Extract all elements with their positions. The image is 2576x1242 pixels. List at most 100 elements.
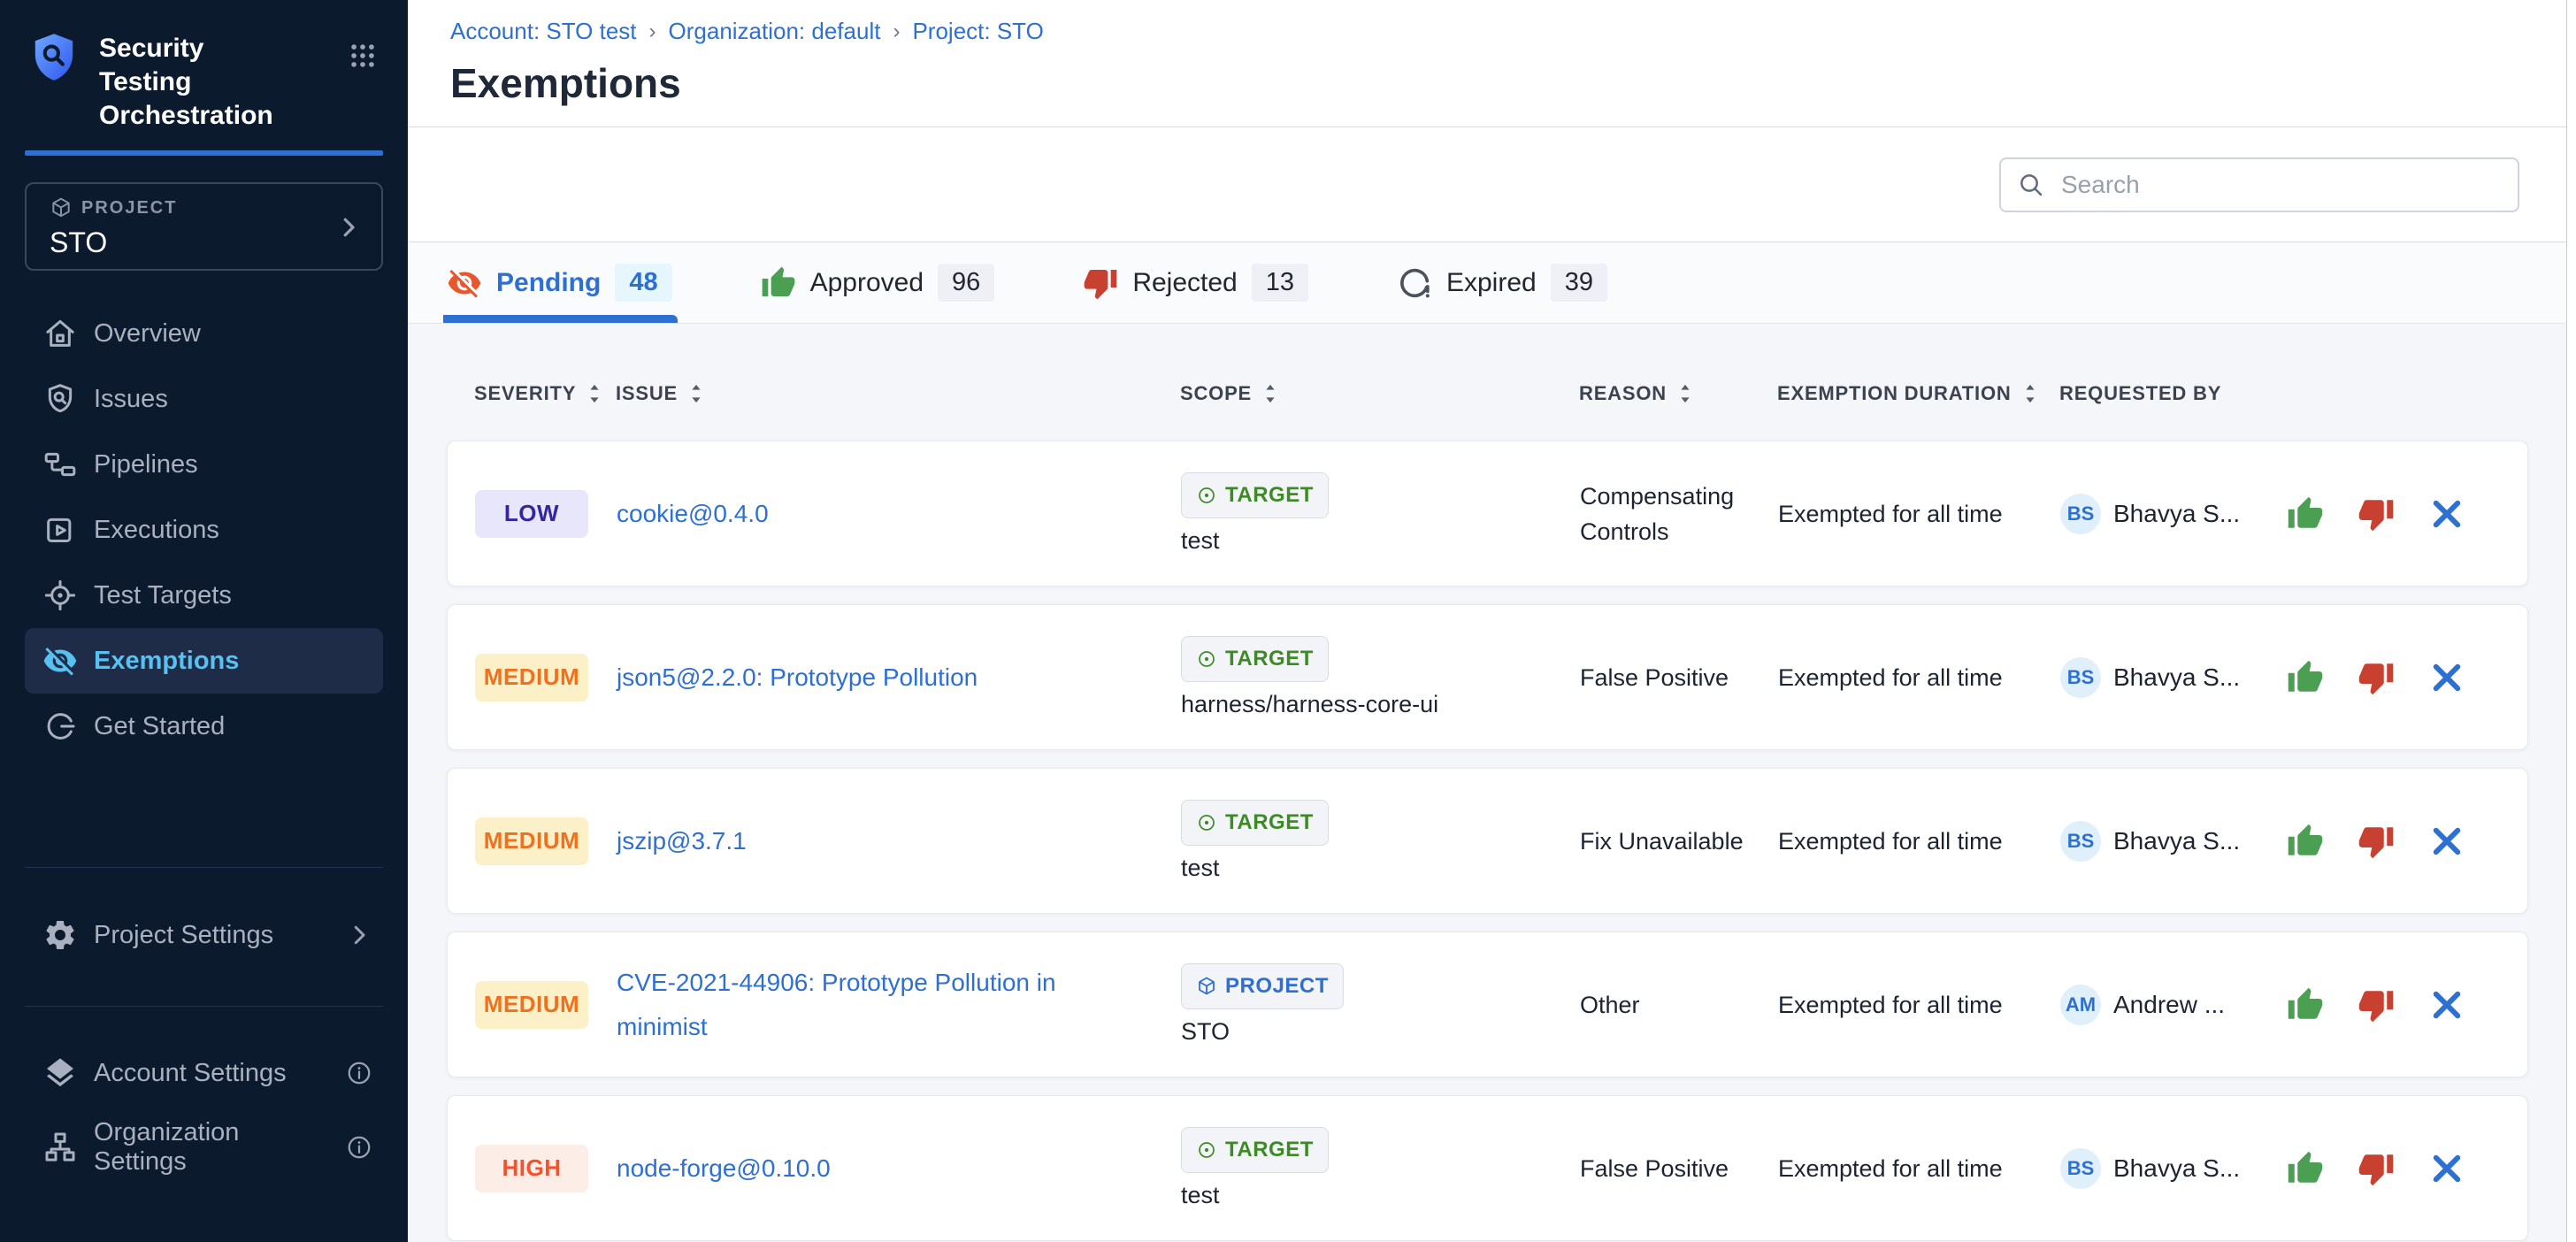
cube-icon: [50, 196, 73, 219]
scope-cell: TARGET test: [1181, 472, 1580, 555]
project-selector[interactable]: PROJECT STO: [25, 182, 383, 271]
scope-type-label: TARGET: [1225, 810, 1314, 835]
sidebar-item-exemptions[interactable]: Exemptions: [25, 628, 383, 694]
issue-link[interactable]: CVE-2021-44906: Prototype Pollution in m…: [617, 969, 1056, 1040]
target-icon: [1196, 485, 1217, 506]
tab-pending[interactable]: Pending 48: [447, 242, 672, 323]
page-title: Exemptions: [450, 59, 2576, 107]
target-icon: [1196, 812, 1217, 833]
tab-rejected[interactable]: Rejected 13: [1083, 242, 1308, 323]
approve-button[interactable]: [2287, 659, 2324, 696]
cancel-button[interactable]: [2428, 823, 2465, 860]
issue-cell: node-forge@0.10.0: [617, 1146, 1181, 1191]
thumbs-down-icon: [2358, 823, 2395, 860]
target-icon: [42, 578, 78, 613]
column-header-exemption-duration[interactable]: EXEMPTION DURATION: [1777, 382, 2059, 405]
severity-badge: MEDIUM: [475, 817, 588, 865]
breadcrumb-project[interactable]: Project: STO: [912, 18, 1043, 45]
row-actions: [2287, 659, 2527, 696]
row-actions: [2287, 495, 2527, 533]
column-label: ISSUE: [616, 382, 678, 405]
exemptions-table: SEVERITY ISSUE SCOPE REASON EXEMPTION DU…: [408, 324, 2576, 1242]
tab-count-badge: 96: [938, 264, 994, 302]
table-row: LOW cookie@0.4.0 TARGET test Compensatin…: [447, 441, 2528, 586]
issue-link[interactable]: cookie@0.4.0: [617, 500, 818, 527]
sidebar-item-get-started[interactable]: Get Started: [25, 694, 383, 759]
sidebar-item-test-targets[interactable]: Test Targets: [25, 563, 383, 628]
cancel-button[interactable]: [2428, 986, 2465, 1024]
approve-button[interactable]: [2287, 823, 2324, 860]
shield-search-icon: [42, 381, 78, 417]
tab-label: Rejected: [1132, 268, 1237, 298]
severity-cell: MEDIUM: [475, 817, 617, 865]
table-header-row: SEVERITY ISSUE SCOPE REASON EXEMPTION DU…: [447, 368, 2528, 419]
column-header-severity[interactable]: SEVERITY: [474, 382, 616, 405]
scope-type-label: TARGET: [1225, 647, 1314, 671]
duration-cell: Exempted for all time: [1778, 496, 2060, 532]
sidebar-item-overview[interactable]: Overview: [25, 301, 383, 366]
tab-approved[interactable]: Approved 96: [761, 242, 995, 323]
cancel-button[interactable]: [2428, 659, 2465, 696]
column-header-issue[interactable]: ISSUE: [616, 382, 1180, 405]
sidebar-item-label: Issues: [94, 385, 168, 414]
column-header-scope[interactable]: SCOPE: [1180, 382, 1579, 405]
reason-cell: Fix Unavailable: [1580, 824, 1778, 859]
reject-button[interactable]: [2358, 1150, 2395, 1187]
sidebar-item-account-settings[interactable]: Account Settings: [25, 1038, 383, 1108]
thumbs-down-icon: [2358, 659, 2395, 696]
close-icon: [2428, 1150, 2465, 1187]
approve-button[interactable]: [2287, 1150, 2324, 1187]
scope-cell: TARGET harness/harness-core-ui: [1181, 636, 1580, 718]
sidebar-item-label: Project Settings: [94, 921, 273, 950]
project-selector-value: STO: [50, 226, 364, 259]
tab-expired[interactable]: Expired 39: [1397, 242, 1607, 323]
severity-badge: HIGH: [475, 1145, 588, 1192]
cancel-button[interactable]: [2428, 495, 2465, 533]
status-tabs: Pending 48 Approved 96 Rejected 13: [408, 242, 2576, 324]
reject-button[interactable]: [2358, 986, 2395, 1024]
scope-cell: TARGET test: [1181, 1127, 1580, 1209]
reason-cell: Compensating Controls: [1580, 479, 1778, 549]
sidebar-item-executions[interactable]: Executions: [25, 497, 383, 563]
search-icon: [2017, 171, 2045, 199]
thumbs-up-icon: [2287, 986, 2324, 1024]
issue-link[interactable]: jszip@3.7.1: [617, 827, 796, 855]
scrollbar-track[interactable]: [2566, 0, 2576, 1242]
executions-icon: [42, 512, 78, 548]
duration-cell: Exempted for all time: [1778, 1151, 2060, 1186]
row-actions: [2287, 1150, 2527, 1187]
scope-type-label: PROJECT: [1225, 974, 1329, 999]
sidebar-item-organization-settings[interactable]: Organization Settings: [25, 1112, 383, 1183]
reject-button[interactable]: [2358, 495, 2395, 533]
search-input[interactable]: [2059, 170, 2502, 200]
close-icon: [2428, 495, 2465, 533]
scope-cell: TARGET test: [1181, 800, 1580, 882]
sidebar-item-label: Overview: [94, 319, 201, 349]
issue-link[interactable]: node-forge@0.10.0: [617, 1154, 880, 1182]
sidebar-item-project-settings[interactable]: Project Settings: [25, 900, 383, 970]
app-launcher-grid-icon[interactable]: [348, 41, 378, 71]
row-actions: [2287, 986, 2527, 1024]
info-icon[interactable]: [346, 1060, 372, 1086]
column-header-reason[interactable]: REASON: [1579, 382, 1777, 405]
reason-cell: False Positive: [1580, 1151, 1778, 1186]
breadcrumb-separator: ›: [893, 19, 900, 44]
approve-button[interactable]: [2287, 495, 2324, 533]
breadcrumb-organization[interactable]: Organization: default: [669, 18, 881, 45]
cancel-button[interactable]: [2428, 1150, 2465, 1187]
sidebar-item-issues[interactable]: Issues: [25, 366, 383, 432]
sort-icon: [1675, 382, 1695, 405]
issue-cell: json5@2.2.0: Prototype Pollution: [617, 656, 1181, 700]
reject-button[interactable]: [2358, 823, 2395, 860]
approve-button[interactable]: [2287, 986, 2324, 1024]
requester-avatar: BS: [2060, 821, 2101, 862]
breadcrumb-account[interactable]: Account: STO test: [450, 18, 637, 45]
reject-button[interactable]: [2358, 659, 2395, 696]
sidebar-item-pipelines[interactable]: Pipelines: [25, 432, 383, 497]
requester-avatar: BS: [2060, 1148, 2101, 1189]
thumbs-down-icon: [2358, 495, 2395, 533]
info-icon[interactable]: [346, 1134, 372, 1161]
issue-link[interactable]: json5@2.2.0: Prototype Pollution: [617, 663, 1027, 691]
sto-exemptions-screen: Security Testing Orchestration PROJECT S…: [0, 0, 2576, 1242]
sidebar-item-label: Account Settings: [94, 1059, 287, 1088]
